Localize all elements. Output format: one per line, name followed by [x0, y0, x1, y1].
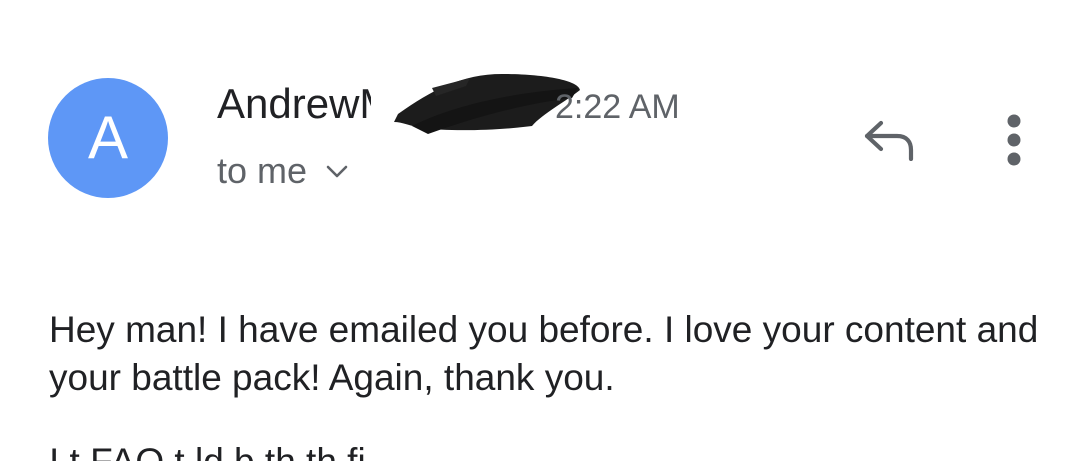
- sender-avatar[interactable]: A: [48, 78, 168, 198]
- more-options-button[interactable]: [990, 108, 1038, 172]
- message-paragraph: Hey man! I have emailed you before. I lo…: [49, 309, 1039, 398]
- recipient-label: to me: [217, 150, 308, 191]
- avatar-initial: A: [87, 104, 129, 171]
- reply-button[interactable]: [855, 112, 919, 166]
- recipient-toggle[interactable]: to me: [217, 150, 351, 192]
- reply-icon: [864, 120, 914, 161]
- message-time: 2:22 AM: [555, 88, 680, 126]
- chevron-down-icon: [326, 165, 348, 178]
- message-body: Hey man! I have emailed you before. I lo…: [49, 306, 1059, 402]
- redaction-scribble: [394, 74, 580, 134]
- sender-surname-partial: M: [359, 80, 371, 128]
- sender-name[interactable]: Andrew: [217, 80, 359, 128]
- sender-line: Andrew M: [217, 80, 371, 130]
- more-vert-icon: [1007, 114, 1021, 166]
- message-paragraph-cut-off: I t FAQ t ld b th th fi: [49, 438, 1080, 461]
